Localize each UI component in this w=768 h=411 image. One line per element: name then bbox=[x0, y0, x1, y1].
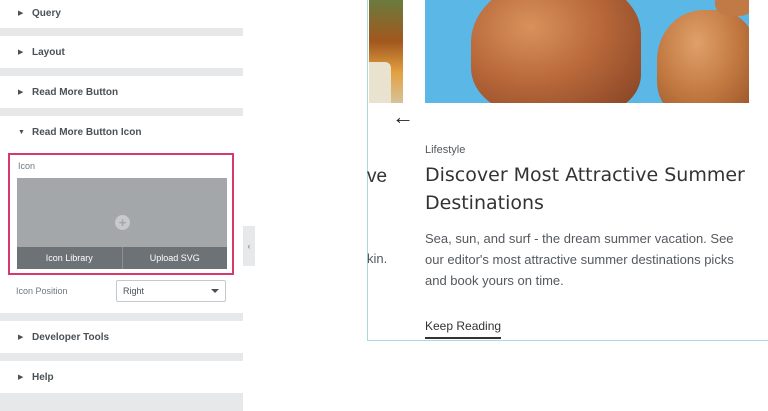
caret-right-icon: ▶ bbox=[18, 374, 24, 381]
section-layout[interactable]: ▶ Layout bbox=[0, 36, 243, 68]
section-query[interactable]: ▶ Query bbox=[0, 0, 243, 28]
read-more-link[interactable]: Keep Reading bbox=[425, 319, 502, 339]
caret-right-icon: ▶ bbox=[18, 334, 24, 341]
icon-picker-actions: Icon Library Upload SVG bbox=[17, 247, 227, 269]
panel-collapse-handle[interactable]: ‹ bbox=[243, 226, 255, 266]
post-image[interactable] bbox=[425, 0, 749, 103]
arrow-left-icon[interactable]: ← bbox=[392, 104, 414, 130]
section-title: Read More Button bbox=[32, 86, 119, 98]
previous-card-excerpt: kin. bbox=[367, 251, 388, 266]
previous-card-image bbox=[369, 0, 403, 103]
section-title: Layout bbox=[32, 46, 65, 58]
section-developer-tools-header[interactable]: ▶ Developer Tools bbox=[0, 321, 243, 353]
section-title: Help bbox=[32, 371, 54, 383]
previous-card-title: ve bbox=[367, 166, 388, 187]
section-developer-tools[interactable]: ▶ Developer Tools bbox=[0, 321, 243, 353]
icon-position-value: Right bbox=[123, 286, 145, 296]
plus-icon[interactable]: + bbox=[115, 215, 130, 230]
caret-right-icon: ▶ bbox=[18, 10, 24, 17]
section-title: Developer Tools bbox=[32, 331, 110, 343]
upload-svg-button[interactable]: Upload SVG bbox=[121, 247, 228, 269]
section-read-more-button-icon: ▼ Read More Button Icon Icon + Icon Libr… bbox=[0, 116, 243, 313]
chevron-left-icon: ‹ bbox=[247, 241, 251, 251]
rock-shape bbox=[657, 10, 749, 103]
icon-position-label: Icon Position bbox=[16, 286, 68, 296]
section-query-header[interactable]: ▶ Query bbox=[0, 0, 243, 26]
section-help[interactable]: ▶ Help bbox=[0, 361, 243, 393]
icon-control-highlight: Icon + Icon Library Upload SVG bbox=[8, 153, 234, 275]
icon-control-label: Icon bbox=[18, 161, 36, 171]
section-title: Query bbox=[32, 7, 61, 19]
rock-shape bbox=[471, 0, 641, 103]
post-title[interactable]: Discover Most Attractive Summer Destinat… bbox=[425, 161, 755, 217]
section-read-more-button[interactable]: ▶ Read More Button bbox=[0, 76, 243, 108]
preview-canvas: ve kin. ← Lifestyle Discover Most Attrac… bbox=[256, 0, 768, 411]
caret-right-icon: ▶ bbox=[18, 89, 24, 96]
chevron-down-icon bbox=[211, 289, 219, 293]
icon-library-button[interactable]: Icon Library bbox=[17, 247, 122, 269]
post-category[interactable]: Lifestyle bbox=[425, 144, 465, 156]
section-read-more-button-header[interactable]: ▶ Read More Button bbox=[0, 76, 243, 108]
caret-down-icon: ▼ bbox=[18, 128, 25, 136]
caret-right-icon: ▶ bbox=[18, 49, 24, 56]
editor-panel: ▶ Query ▶ Layout ▶ Read More Button ▼ Re… bbox=[0, 0, 243, 411]
icon-picker[interactable]: + Icon Library Upload SVG bbox=[17, 178, 227, 269]
section-read-more-button-icon-header[interactable]: ▼ Read More Button Icon bbox=[0, 116, 243, 148]
section-title: Read More Button Icon bbox=[32, 126, 142, 138]
section-help-header[interactable]: ▶ Help bbox=[0, 361, 243, 393]
icon-position-select[interactable]: Right bbox=[116, 280, 226, 302]
section-layout-header[interactable]: ▶ Layout bbox=[0, 36, 243, 68]
post-excerpt: Sea, sun, and surf - the dream summer va… bbox=[425, 231, 734, 288]
